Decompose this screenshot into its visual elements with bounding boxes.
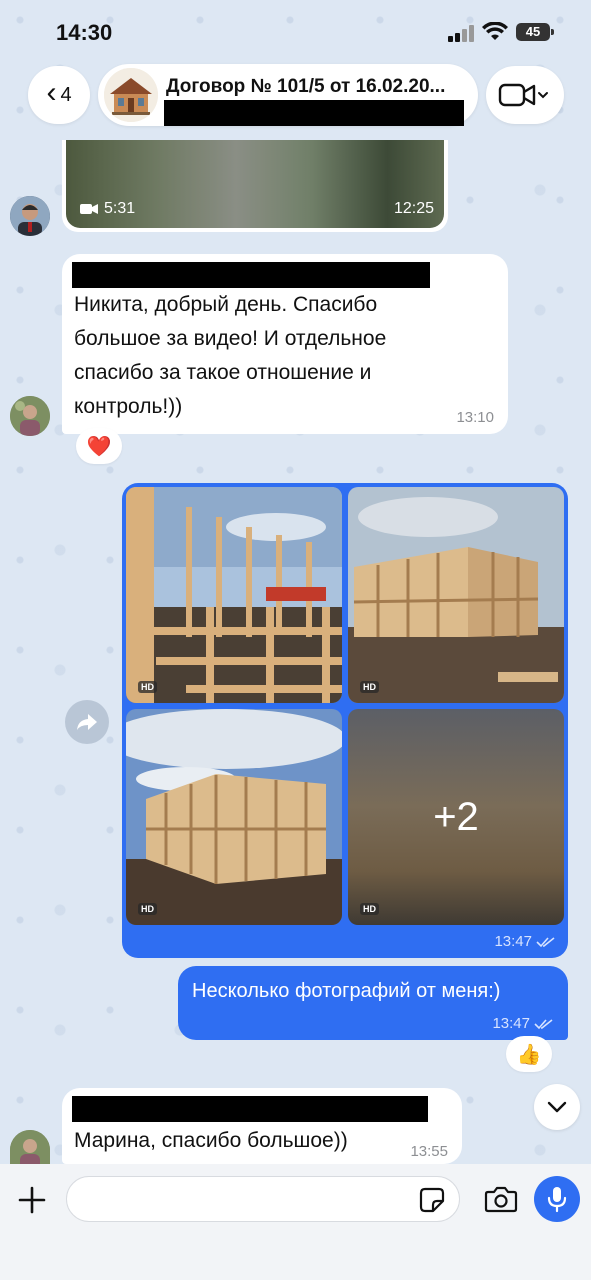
battery-icon: 45: [516, 23, 554, 41]
redacted-subtitle: [164, 100, 464, 126]
chevron-down-icon: [547, 1101, 567, 1113]
thumbs-up-reaction[interactable]: 👍: [506, 1036, 552, 1072]
microphone-icon: [547, 1187, 567, 1213]
photo-frame-side: [348, 487, 564, 703]
photo-frame-interior: [126, 487, 342, 703]
avatar[interactable]: [10, 196, 50, 236]
video-icon: [80, 204, 98, 214]
avatar[interactable]: [10, 396, 50, 436]
hd-badge: HD: [138, 681, 157, 693]
video-call-button[interactable]: [486, 66, 564, 124]
message-time: 13:10: [456, 409, 494, 426]
message-text: Марина, спасибо большое)): [74, 1129, 348, 1152]
message-time: 13:47: [494, 933, 532, 950]
house-icon: [104, 68, 158, 122]
cellular-signal-icon: [448, 24, 476, 42]
hd-badge: HD: [360, 903, 379, 915]
avatar-photo: [10, 396, 50, 436]
status-bar: 14:30 45: [0, 0, 591, 60]
message-time: 13:47: [492, 1015, 530, 1032]
more-photos-count: +2: [433, 794, 479, 839]
heart-reaction[interactable]: ❤️: [76, 428, 122, 464]
status-time: 14:30: [56, 20, 113, 45]
scroll-to-bottom-button[interactable]: [534, 1084, 580, 1130]
thumbs-up-icon: 👍: [516, 1043, 542, 1066]
outgoing-message[interactable]: Несколько фотографий от меня:) 13:47: [178, 966, 568, 1040]
chevron-left-icon: ‹: [46, 76, 57, 109]
message-time: 13:55: [410, 1143, 448, 1160]
photo-4[interactable]: +2 HD: [348, 709, 564, 925]
photo-1[interactable]: HD: [126, 487, 342, 703]
video-message[interactable]: 5:31 12:25: [62, 140, 448, 232]
incoming-message[interactable]: Никита, добрый день. Спасибо большое за …: [62, 254, 508, 434]
chat-title: Договор № 101/5 от 16.02.20...: [166, 76, 446, 97]
avatar-photo: [10, 1130, 50, 1164]
message-input-bar: [0, 1164, 591, 1280]
forward-button[interactable]: [65, 700, 109, 744]
photo-2[interactable]: HD: [348, 487, 564, 703]
photo-frame-exterior: [126, 709, 342, 925]
video-duration: 5:31: [104, 200, 136, 217]
photo-3[interactable]: HD: [126, 709, 342, 925]
avatar-photo: [10, 196, 50, 236]
back-button[interactable]: ‹ 4: [28, 66, 90, 124]
plus-icon[interactable]: [16, 1184, 48, 1216]
voice-message-button[interactable]: [534, 1176, 580, 1222]
redacted-sender: [72, 1096, 428, 1122]
double-check-icon: [536, 936, 555, 947]
avatar[interactable]: [10, 1130, 50, 1164]
heart-icon: ❤️: [86, 435, 112, 458]
chat-title-pill[interactable]: Договор № 101/5 от 16.02.20...: [98, 64, 478, 126]
forward-arrow-icon: [77, 714, 97, 730]
sticker-icon[interactable]: [419, 1187, 445, 1213]
video-camera-icon: [498, 83, 548, 107]
wifi-icon: [482, 22, 508, 40]
message-text: Никита, добрый день. Спасибо большое за …: [74, 293, 387, 418]
video-thumbnail[interactable]: 5:31 12:25: [66, 140, 444, 228]
chat-header: ‹ 4 Договор № 101/5 от 16.02.20...: [0, 60, 591, 130]
hd-badge: HD: [138, 903, 157, 915]
group-avatar[interactable]: [104, 68, 158, 122]
hd-badge: HD: [360, 681, 379, 693]
message-input[interactable]: [66, 1176, 460, 1222]
redacted-sender: [72, 262, 430, 288]
incoming-message[interactable]: Марина, спасибо большое)) 13:55: [62, 1088, 462, 1164]
unread-count: 4: [60, 83, 72, 106]
camera-icon[interactable]: [484, 1184, 518, 1214]
photo-album-message[interactable]: HD HD HD +2 HD 13:47: [122, 483, 568, 958]
message-text: Несколько фотографий от меня:): [192, 980, 501, 1002]
double-check-icon: [534, 1018, 553, 1029]
message-time: 12:25: [393, 200, 434, 217]
